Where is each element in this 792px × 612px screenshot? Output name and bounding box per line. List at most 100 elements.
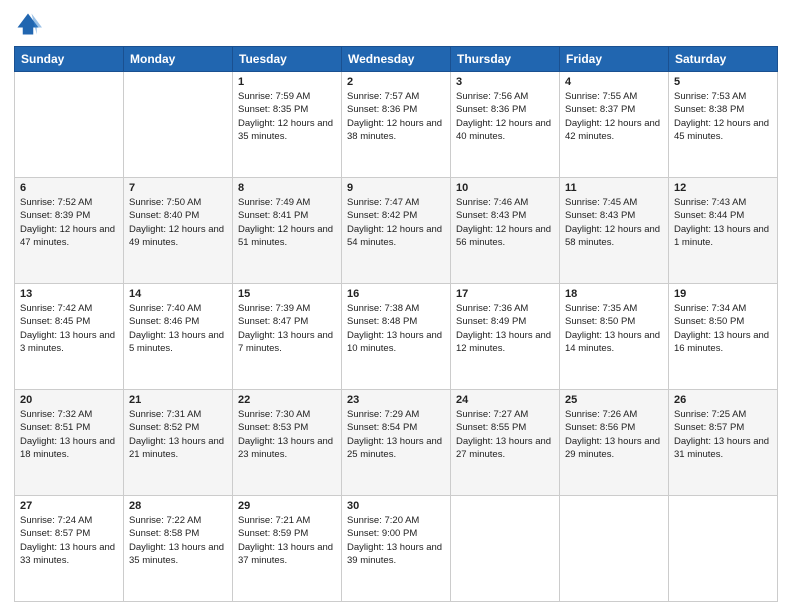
cell-daylight: Daylight: 13 hours and 10 minutes. (347, 329, 445, 356)
calendar-week-row: 1 Sunrise: 7:59 AM Sunset: 8:35 PM Dayli… (15, 72, 778, 178)
weekday-header: Monday (124, 47, 233, 72)
calendar-cell: 26 Sunrise: 7:25 AM Sunset: 8:57 PM Dayl… (669, 390, 778, 496)
cell-day-number: 27 (20, 500, 118, 512)
calendar-cell: 14 Sunrise: 7:40 AM Sunset: 8:46 PM Dayl… (124, 284, 233, 390)
calendar-week-row: 27 Sunrise: 7:24 AM Sunset: 8:57 PM Dayl… (15, 496, 778, 602)
cell-sunrise: Sunrise: 7:40 AM (129, 302, 227, 315)
logo-icon (14, 10, 42, 38)
cell-daylight: Daylight: 13 hours and 31 minutes. (674, 435, 772, 462)
cell-sunrise: Sunrise: 7:59 AM (238, 90, 336, 103)
cell-day-number: 20 (20, 394, 118, 406)
cell-day-number: 5 (674, 76, 772, 88)
calendar-cell: 1 Sunrise: 7:59 AM Sunset: 8:35 PM Dayli… (233, 72, 342, 178)
cell-info: Sunrise: 7:25 AM Sunset: 8:57 PM Dayligh… (674, 408, 772, 461)
calendar-cell: 17 Sunrise: 7:36 AM Sunset: 8:49 PM Dayl… (451, 284, 560, 390)
cell-sunrise: Sunrise: 7:52 AM (20, 196, 118, 209)
cell-sunrise: Sunrise: 7:20 AM (347, 514, 445, 527)
calendar-cell: 2 Sunrise: 7:57 AM Sunset: 8:36 PM Dayli… (342, 72, 451, 178)
cell-sunset: Sunset: 8:38 PM (674, 103, 772, 116)
cell-sunrise: Sunrise: 7:53 AM (674, 90, 772, 103)
cell-info: Sunrise: 7:57 AM Sunset: 8:36 PM Dayligh… (347, 90, 445, 143)
cell-sunset: Sunset: 8:42 PM (347, 209, 445, 222)
cell-daylight: Daylight: 13 hours and 23 minutes. (238, 435, 336, 462)
cell-info: Sunrise: 7:40 AM Sunset: 8:46 PM Dayligh… (129, 302, 227, 355)
cell-daylight: Daylight: 13 hours and 39 minutes. (347, 541, 445, 568)
cell-day-number: 11 (565, 182, 663, 194)
calendar-cell (15, 72, 124, 178)
cell-sunset: Sunset: 8:39 PM (20, 209, 118, 222)
calendar-week-row: 6 Sunrise: 7:52 AM Sunset: 8:39 PM Dayli… (15, 178, 778, 284)
cell-sunset: Sunset: 8:35 PM (238, 103, 336, 116)
cell-daylight: Daylight: 13 hours and 29 minutes. (565, 435, 663, 462)
cell-day-number: 25 (565, 394, 663, 406)
cell-info: Sunrise: 7:50 AM Sunset: 8:40 PM Dayligh… (129, 196, 227, 249)
cell-sunset: Sunset: 8:48 PM (347, 315, 445, 328)
cell-day-number: 19 (674, 288, 772, 300)
cell-day-number: 6 (20, 182, 118, 194)
calendar-cell: 8 Sunrise: 7:49 AM Sunset: 8:41 PM Dayli… (233, 178, 342, 284)
cell-info: Sunrise: 7:39 AM Sunset: 8:47 PM Dayligh… (238, 302, 336, 355)
calendar-cell: 4 Sunrise: 7:55 AM Sunset: 8:37 PM Dayli… (560, 72, 669, 178)
calendar-cell: 22 Sunrise: 7:30 AM Sunset: 8:53 PM Dayl… (233, 390, 342, 496)
calendar-cell: 18 Sunrise: 7:35 AM Sunset: 8:50 PM Dayl… (560, 284, 669, 390)
weekday-header: Thursday (451, 47, 560, 72)
cell-sunrise: Sunrise: 7:35 AM (565, 302, 663, 315)
cell-daylight: Daylight: 12 hours and 38 minutes. (347, 117, 445, 144)
cell-sunset: Sunset: 8:55 PM (456, 421, 554, 434)
cell-sunset: Sunset: 8:37 PM (565, 103, 663, 116)
cell-sunrise: Sunrise: 7:47 AM (347, 196, 445, 209)
cell-sunset: Sunset: 8:59 PM (238, 527, 336, 540)
cell-sunrise: Sunrise: 7:34 AM (674, 302, 772, 315)
cell-daylight: Daylight: 12 hours and 40 minutes. (456, 117, 554, 144)
cell-sunrise: Sunrise: 7:45 AM (565, 196, 663, 209)
cell-sunrise: Sunrise: 7:50 AM (129, 196, 227, 209)
calendar-cell: 3 Sunrise: 7:56 AM Sunset: 8:36 PM Dayli… (451, 72, 560, 178)
cell-info: Sunrise: 7:29 AM Sunset: 8:54 PM Dayligh… (347, 408, 445, 461)
calendar-cell (124, 72, 233, 178)
cell-sunset: Sunset: 8:36 PM (347, 103, 445, 116)
cell-info: Sunrise: 7:34 AM Sunset: 8:50 PM Dayligh… (674, 302, 772, 355)
weekday-header: Wednesday (342, 47, 451, 72)
cell-daylight: Daylight: 12 hours and 49 minutes. (129, 223, 227, 250)
cell-info: Sunrise: 7:55 AM Sunset: 8:37 PM Dayligh… (565, 90, 663, 143)
cell-sunrise: Sunrise: 7:21 AM (238, 514, 336, 527)
cell-day-number: 24 (456, 394, 554, 406)
cell-day-number: 23 (347, 394, 445, 406)
cell-day-number: 9 (347, 182, 445, 194)
calendar-cell (669, 496, 778, 602)
calendar-cell: 29 Sunrise: 7:21 AM Sunset: 8:59 PM Dayl… (233, 496, 342, 602)
cell-sunset: Sunset: 8:58 PM (129, 527, 227, 540)
cell-info: Sunrise: 7:46 AM Sunset: 8:43 PM Dayligh… (456, 196, 554, 249)
calendar-cell: 12 Sunrise: 7:43 AM Sunset: 8:44 PM Dayl… (669, 178, 778, 284)
calendar-cell: 5 Sunrise: 7:53 AM Sunset: 8:38 PM Dayli… (669, 72, 778, 178)
cell-day-number: 8 (238, 182, 336, 194)
cell-day-number: 12 (674, 182, 772, 194)
cell-sunrise: Sunrise: 7:29 AM (347, 408, 445, 421)
cell-info: Sunrise: 7:21 AM Sunset: 8:59 PM Dayligh… (238, 514, 336, 567)
cell-sunrise: Sunrise: 7:30 AM (238, 408, 336, 421)
calendar-cell: 27 Sunrise: 7:24 AM Sunset: 8:57 PM Dayl… (15, 496, 124, 602)
cell-info: Sunrise: 7:49 AM Sunset: 8:41 PM Dayligh… (238, 196, 336, 249)
calendar-cell: 9 Sunrise: 7:47 AM Sunset: 8:42 PM Dayli… (342, 178, 451, 284)
cell-day-number: 3 (456, 76, 554, 88)
cell-sunrise: Sunrise: 7:55 AM (565, 90, 663, 103)
calendar-cell: 19 Sunrise: 7:34 AM Sunset: 8:50 PM Dayl… (669, 284, 778, 390)
cell-day-number: 17 (456, 288, 554, 300)
cell-sunrise: Sunrise: 7:38 AM (347, 302, 445, 315)
cell-info: Sunrise: 7:35 AM Sunset: 8:50 PM Dayligh… (565, 302, 663, 355)
cell-sunrise: Sunrise: 7:27 AM (456, 408, 554, 421)
cell-day-number: 2 (347, 76, 445, 88)
cell-sunrise: Sunrise: 7:49 AM (238, 196, 336, 209)
cell-info: Sunrise: 7:26 AM Sunset: 8:56 PM Dayligh… (565, 408, 663, 461)
calendar-cell: 25 Sunrise: 7:26 AM Sunset: 8:56 PM Dayl… (560, 390, 669, 496)
cell-sunrise: Sunrise: 7:56 AM (456, 90, 554, 103)
cell-daylight: Daylight: 13 hours and 27 minutes. (456, 435, 554, 462)
calendar-cell: 30 Sunrise: 7:20 AM Sunset: 9:00 PM Dayl… (342, 496, 451, 602)
cell-daylight: Daylight: 12 hours and 45 minutes. (674, 117, 772, 144)
cell-sunset: Sunset: 8:53 PM (238, 421, 336, 434)
cell-sunrise: Sunrise: 7:42 AM (20, 302, 118, 315)
cell-day-number: 16 (347, 288, 445, 300)
cell-info: Sunrise: 7:22 AM Sunset: 8:58 PM Dayligh… (129, 514, 227, 567)
cell-info: Sunrise: 7:47 AM Sunset: 8:42 PM Dayligh… (347, 196, 445, 249)
weekday-header: Sunday (15, 47, 124, 72)
